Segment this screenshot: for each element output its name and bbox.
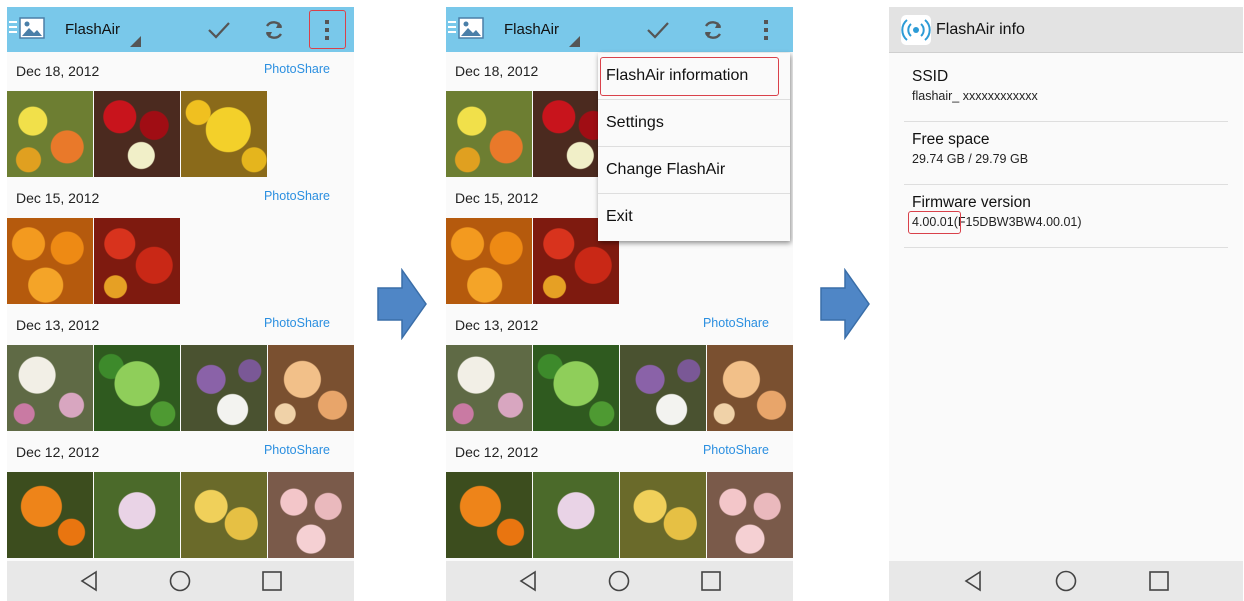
info-label: Free space (912, 131, 990, 148)
photo-thumbnail[interactable] (533, 472, 619, 558)
section-date: Dec 15, 2012 (16, 190, 100, 206)
system-nav-bar (446, 561, 793, 601)
check-icon[interactable] (644, 16, 672, 44)
photoshare-link[interactable]: PhotoShare (264, 62, 330, 76)
page-title: FlashAir info (936, 21, 1025, 38)
system-nav-bar (7, 561, 354, 601)
photo-thumbnail[interactable] (181, 91, 267, 177)
menu-item-change-flashair[interactable]: Change FlashAir (598, 147, 790, 194)
back-icon[interactable] (77, 569, 101, 593)
app-toolbar: FlashAir (7, 7, 354, 52)
dropdown-caret-icon[interactable] (569, 36, 580, 47)
date-section: Dec 15, 2012 PhotoShare (7, 182, 354, 307)
photo-thumbnail[interactable] (7, 472, 93, 558)
info-value: flashair_ xxxxxxxxxxxx (912, 89, 1038, 103)
check-icon[interactable] (205, 16, 233, 44)
app-toolbar: FlashAir (446, 7, 793, 52)
back-icon[interactable] (516, 569, 540, 593)
photo-thumbnail[interactable] (446, 472, 532, 558)
photoshare-link[interactable]: PhotoShare (264, 316, 330, 330)
overflow-highlight (309, 10, 346, 49)
photo-thumbnail[interactable] (620, 472, 706, 558)
back-icon[interactable] (961, 569, 985, 593)
photo-thumbnail[interactable] (94, 91, 180, 177)
refresh-icon[interactable] (699, 16, 727, 44)
menu-icon[interactable] (9, 21, 17, 35)
menu-item-label: Settings (606, 114, 664, 131)
image-icon (19, 17, 45, 39)
photo-list-screen: FlashAir Dec 18, 2012 PhotoShare Dec 15,… (7, 7, 354, 601)
date-section: Dec 13, 2012 PhotoShare (7, 309, 354, 434)
photo-thumbnail[interactable] (268, 472, 354, 558)
date-section: Dec 18, 2012 PhotoShare (7, 55, 354, 180)
app-title[interactable]: FlashAir (65, 21, 120, 38)
photo-thumbnail[interactable] (446, 345, 532, 431)
photo-thumbnail[interactable] (7, 345, 93, 431)
home-icon[interactable] (168, 569, 192, 593)
menu-item-label: Exit (606, 208, 633, 225)
photo-thumbnail[interactable] (620, 345, 706, 431)
menu-item-highlight (600, 57, 779, 96)
system-nav-bar (889, 561, 1243, 601)
overflow-menu: FlashAir information Settings Change Fla… (598, 53, 790, 241)
date-section: Dec 12, 2012 PhotoShare (7, 436, 354, 566)
section-date: Dec 18, 2012 (455, 63, 539, 79)
info-free-space: Free space 29.74 GB / 29.79 GB (904, 122, 1228, 185)
home-icon[interactable] (1054, 569, 1078, 593)
firmware-version-detail: (F15DBW3BW4.00.01) (953, 215, 1082, 229)
info-header: FlashAir info (889, 7, 1243, 53)
overflow-menu-icon[interactable] (752, 16, 780, 44)
photo-thumbnail[interactable] (94, 218, 180, 304)
photoshare-link[interactable]: PhotoShare (264, 189, 330, 203)
section-date: Dec 12, 2012 (455, 444, 539, 460)
section-date: Dec 15, 2012 (455, 190, 539, 206)
right-arrow-icon (377, 268, 427, 340)
menu-item-label: Change FlashAir (606, 161, 726, 178)
photoshare-link[interactable]: PhotoShare (703, 443, 769, 457)
section-date: Dec 13, 2012 (455, 317, 539, 333)
info-ssid: SSID flashair_ xxxxxxxxxxxx (904, 59, 1228, 122)
recents-icon[interactable] (260, 569, 284, 593)
recents-icon[interactable] (699, 569, 723, 593)
photo-thumbnail[interactable] (94, 472, 180, 558)
section-date: Dec 13, 2012 (16, 317, 100, 333)
photo-thumbnail[interactable] (446, 91, 532, 177)
photo-thumbnail[interactable] (707, 345, 793, 431)
flashair-info-screen: FlashAir info SSID flashair_ xxxxxxxxxxx… (889, 7, 1243, 601)
menu-item-settings[interactable]: Settings (598, 100, 790, 147)
photo-thumbnail[interactable] (533, 345, 619, 431)
photo-list-menu-screen: FlashAir Dec 18, 2012 Dec 15, 2012 Dec 1… (446, 7, 793, 601)
date-section: Dec 12, 2012 PhotoShare (446, 436, 793, 566)
photo-thumbnail[interactable] (181, 345, 267, 431)
right-arrow-icon (820, 268, 870, 340)
info-value: 29.74 GB / 29.79 GB (912, 152, 1029, 166)
recents-icon[interactable] (1147, 569, 1171, 593)
menu-icon[interactable] (448, 21, 456, 35)
photoshare-link[interactable]: PhotoShare (703, 316, 769, 330)
home-icon[interactable] (607, 569, 631, 593)
menu-item-exit[interactable]: Exit (598, 194, 790, 240)
photo-thumbnail[interactable] (7, 91, 93, 177)
info-firmware-version: Firmware version 4.00.01(F15DBW3BW4.00.0… (904, 185, 1228, 248)
photo-thumbnail[interactable] (446, 218, 532, 304)
firmware-highlight (908, 211, 961, 234)
dropdown-caret-icon[interactable] (130, 36, 141, 47)
date-section: Dec 13, 2012 PhotoShare (446, 309, 793, 434)
photo-thumbnail[interactable] (94, 345, 180, 431)
image-icon (458, 17, 484, 39)
info-label: SSID (912, 68, 949, 85)
refresh-icon[interactable] (260, 16, 288, 44)
photo-thumbnail[interactable] (7, 218, 93, 304)
section-date: Dec 12, 2012 (16, 444, 100, 460)
photoshare-link[interactable]: PhotoShare (264, 443, 330, 457)
photo-thumbnail[interactable] (707, 472, 793, 558)
app-title[interactable]: FlashAir (504, 21, 559, 38)
photo-thumbnail[interactable] (268, 345, 354, 431)
flashair-wifi-icon (901, 15, 931, 45)
photo-thumbnail[interactable] (181, 472, 267, 558)
info-label: Firmware version (912, 194, 1031, 211)
section-date: Dec 18, 2012 (16, 63, 100, 79)
